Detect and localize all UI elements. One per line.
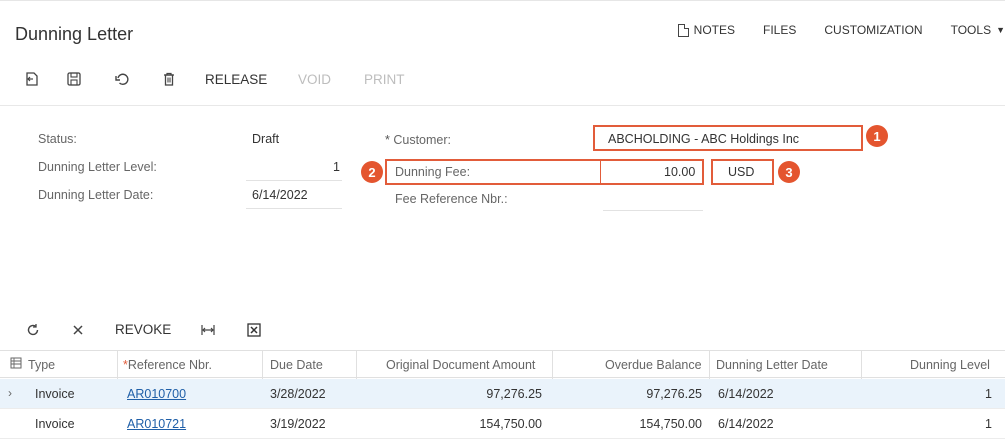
fee-ref-underline <box>603 210 703 211</box>
dunning-letter-date-label: Dunning Letter Date: <box>38 188 154 202</box>
release-button[interactable]: RELEASE <box>205 72 267 87</box>
fit-columns-icon[interactable] <box>200 322 216 338</box>
column-header-dunning-level[interactable]: Dunning Level <box>910 358 990 372</box>
files-label: FILES <box>763 23 797 37</box>
column-separator <box>262 351 263 379</box>
excel-export-icon[interactable] <box>246 322 262 338</box>
grid-header: Type *Reference Nbr. Due Date Original D… <box>0 350 1005 379</box>
cell-dunning-letter-date: 6/14/2022 <box>718 387 774 401</box>
column-header-dunning-letter-date[interactable]: Dunning Letter Date <box>716 358 828 372</box>
status-label: Status: <box>38 132 77 146</box>
column-header-due-date[interactable]: Due Date <box>270 358 323 372</box>
page-title: Dunning Letter <box>15 24 134 44</box>
dunning-fee-label: Dunning Fee: <box>395 165 471 179</box>
column-separator <box>709 351 710 379</box>
cell-due-date: 3/19/2022 <box>270 417 326 431</box>
save-icon[interactable] <box>66 71 82 87</box>
callout-badge-1: 1 <box>866 125 888 147</box>
revoke-button[interactable]: REVOKE <box>115 322 171 337</box>
column-separator <box>552 351 553 379</box>
dunning-letter-date-value: 6/14/2022 <box>252 188 308 202</box>
status-value: Draft <box>252 132 280 146</box>
cell-type: Invoice <box>35 417 75 431</box>
undo-icon[interactable] <box>114 71 130 87</box>
refresh-icon[interactable] <box>25 322 41 338</box>
cell-original-amount: 154,750.00 <box>479 417 542 431</box>
tools-label: TOOLS <box>950 23 992 37</box>
main-toolbar: RELEASE VOID PRINT <box>0 66 620 92</box>
cell-dunning-level: 1 <box>985 417 992 431</box>
callout-badge-3: 3 <box>778 161 800 183</box>
customer-label: * Customer: <box>385 133 451 147</box>
column-separator <box>861 351 862 379</box>
cell-dunning-level: 1 <box>985 387 992 401</box>
print-button[interactable]: PRINT <box>364 72 405 87</box>
date-underline <box>246 208 342 209</box>
customer-field[interactable]: ABCHOLDING - ABC Holdings Inc <box>608 132 799 146</box>
dunning-letter-level-value: 1 <box>333 160 340 174</box>
column-header-original-amount[interactable]: Original Document Amount <box>386 358 535 372</box>
tools-button[interactable]: TOOLS ▼ <box>951 23 1005 37</box>
customization-button[interactable]: CUSTOMIZATION <box>824 23 922 37</box>
note-icon <box>677 23 689 37</box>
table-row[interactable]: › Invoice AR010700 3/28/2022 97,276.25 9… <box>0 379 1005 409</box>
cell-dunning-letter-date: 6/14/2022 <box>718 417 774 431</box>
required-marker: * <box>385 133 390 147</box>
cell-type: Invoice <box>35 387 75 401</box>
currency-field[interactable]: USD <box>728 165 754 179</box>
cell-due-date: 3/28/2022 <box>270 387 326 401</box>
column-separator <box>117 351 118 379</box>
chevron-down-icon: ▼ <box>996 25 1005 35</box>
customization-label: CUSTOMIZATION <box>824 23 923 37</box>
column-header-overdue-balance[interactable]: Overdue Balance <box>605 358 702 372</box>
delete-icon[interactable] <box>161 71 177 87</box>
level-underline <box>246 180 342 181</box>
void-button[interactable]: VOID <box>298 72 331 87</box>
column-header-type[interactable]: Type <box>28 358 55 372</box>
row-selector-icon: › <box>8 386 12 400</box>
cancel-changes-icon[interactable] <box>24 71 40 87</box>
fee-reference-label: Fee Reference Nbr.: <box>395 192 508 206</box>
cell-overdue-balance: 154,750.00 <box>639 417 702 431</box>
cell-reference-link[interactable]: AR010721 <box>127 417 186 431</box>
column-config-icon[interactable] <box>10 357 22 369</box>
grid-toolbar: REVOKE <box>0 316 400 344</box>
notes-button[interactable]: NOTES <box>677 23 736 37</box>
customer-label-text: Customer: <box>393 133 452 147</box>
summary-form: Status: Draft Dunning Letter Level: 1 Du… <box>0 105 1005 305</box>
column-separator <box>356 351 357 379</box>
cell-overdue-balance: 97,276.25 <box>646 387 702 401</box>
column-header-reference-nbr[interactable]: *Reference Nbr. <box>123 358 212 372</box>
page-header: Dunning Letter NOTES FILES CUSTOMIZATION… <box>0 0 1005 52</box>
cell-reference-link[interactable]: AR010700 <box>127 387 186 401</box>
notes-label: NOTES <box>693 23 736 37</box>
cell-original-amount: 97,276.25 <box>486 387 542 401</box>
header-actions: NOTES FILES CUSTOMIZATION TOOLS ▼ <box>677 21 1005 39</box>
close-icon[interactable] <box>70 322 86 338</box>
fee-divider <box>600 159 601 185</box>
files-button[interactable]: FILES <box>763 23 796 37</box>
column-header-reference-text: Reference Nbr. <box>127 358 212 372</box>
dunning-letter-level-label: Dunning Letter Level: <box>38 160 157 174</box>
callout-badge-2: 2 <box>361 161 383 183</box>
dunning-fee-field[interactable]: 10.00 <box>664 165 695 179</box>
table-row[interactable]: Invoice AR010721 3/19/2022 154,750.00 15… <box>0 409 1005 439</box>
